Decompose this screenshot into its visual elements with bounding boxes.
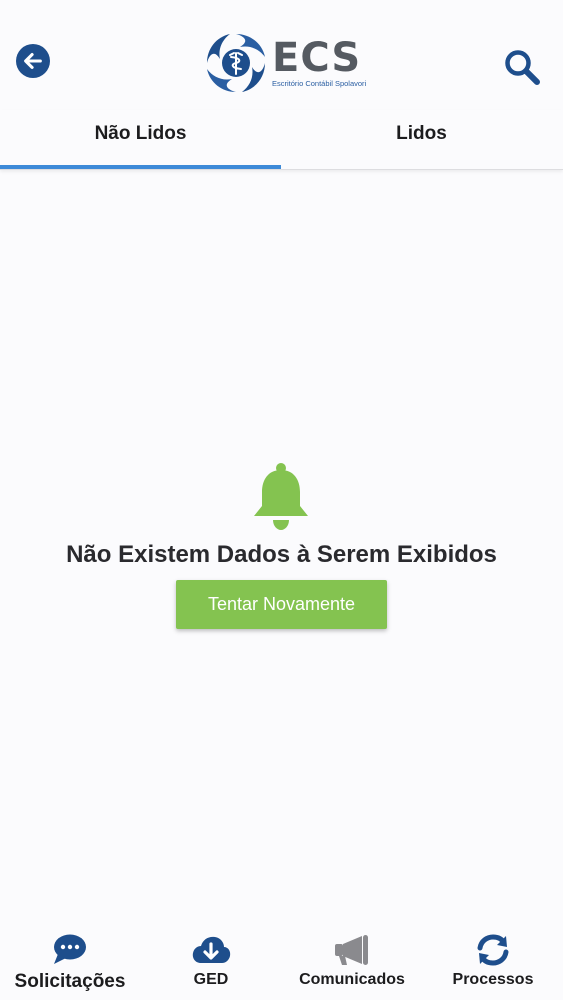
- bottom-navigation: Solicitações GED Comunicados Processos: [0, 925, 563, 1000]
- chat-icon: [54, 934, 86, 964]
- nav-label-comunicados: Comunicados: [299, 971, 405, 988]
- search-icon: [505, 50, 540, 85]
- arrow-left-icon: [24, 53, 42, 69]
- megaphone-icon: [335, 935, 368, 965]
- nav-ged[interactable]: GED: [176, 933, 246, 989]
- logo-emblem-icon: [207, 34, 265, 92]
- app-header: ECS Escritório Contábil Spolavori: [0, 0, 563, 110]
- nav-processos[interactable]: Processos: [446, 933, 540, 989]
- nav-comunicados[interactable]: Comunicados: [291, 933, 413, 989]
- nav-label-ged: GED: [193, 971, 229, 988]
- empty-state-message: Não Existem Dados à Serem Exibidos: [66, 541, 497, 568]
- retry-button[interactable]: Tentar Novamente: [176, 580, 387, 629]
- nav-label-solicitacoes: Solicitações: [14, 971, 126, 992]
- search-button[interactable]: [503, 48, 541, 86]
- logo-title: ECS: [272, 35, 362, 81]
- bell-icon: [254, 463, 308, 530]
- nav-solicitacoes[interactable]: Solicitações: [10, 933, 130, 993]
- cloud-download-icon: [192, 936, 231, 963]
- back-button[interactable]: [16, 44, 50, 78]
- tab-nao-lidos[interactable]: Não Lidos: [0, 110, 281, 168]
- company-logo: ECS Escritório Contábil Spolavori: [204, 30, 367, 96]
- tab-bar: Não Lidos Lidos: [0, 110, 563, 170]
- active-tab-indicator: [0, 165, 281, 169]
- logo-subtitle: Escritório Contábil Spolavori: [272, 79, 367, 88]
- nav-label-processos: Processos: [452, 971, 534, 988]
- refresh-icon: [477, 934, 509, 966]
- tab-lidos[interactable]: Lidos: [281, 110, 562, 168]
